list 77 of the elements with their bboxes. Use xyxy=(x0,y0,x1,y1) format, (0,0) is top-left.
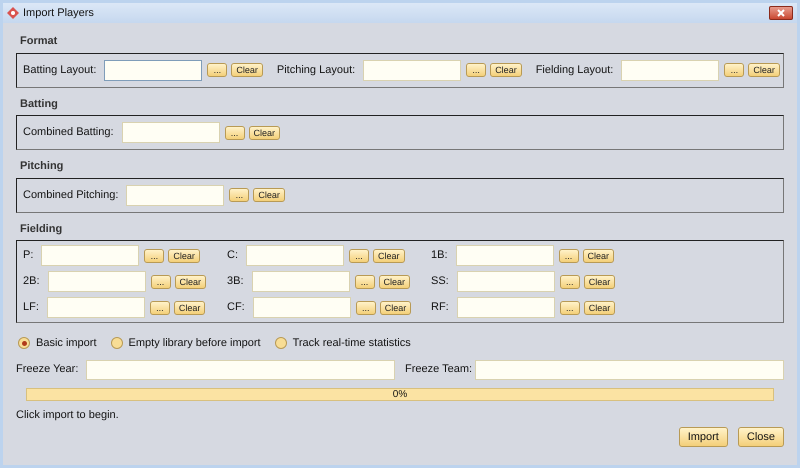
clear-button[interactable]: Clear xyxy=(231,63,263,77)
browse-button[interactable]: ... xyxy=(349,248,369,262)
browse-button[interactable]: ... xyxy=(356,300,376,314)
field-label: Combined Pitching: xyxy=(23,188,118,203)
option-label: Basic import xyxy=(36,336,97,351)
field-label: Freeze Team: xyxy=(405,362,474,378)
browse-button[interactable]: ... xyxy=(560,274,580,288)
option-label: Track real-time statistics xyxy=(292,336,411,351)
progress-text: 0% xyxy=(392,388,408,400)
field-label: C: xyxy=(227,248,238,264)
clear-button[interactable]: Clear xyxy=(248,126,280,140)
browse-button[interactable]: ... xyxy=(724,63,744,77)
file-field[interactable] xyxy=(621,60,720,80)
clear-button[interactable]: Clear xyxy=(584,300,616,314)
field-label: Pitching Layout: xyxy=(276,62,356,78)
file-field[interactable] xyxy=(363,60,462,80)
file-field[interactable] xyxy=(46,297,145,318)
close-icon[interactable] xyxy=(769,6,793,20)
file-field[interactable] xyxy=(252,297,351,318)
section-title: Batting xyxy=(20,96,59,112)
field-label: Freeze Year: xyxy=(16,362,80,378)
clear-button[interactable]: Clear xyxy=(490,63,522,77)
dialog-button[interactable]: Import xyxy=(678,427,728,447)
file-field[interactable] xyxy=(48,271,146,292)
browse-button[interactable]: ... xyxy=(150,274,171,288)
status-text: Click import to begin. xyxy=(16,408,120,422)
field-label: 1B: xyxy=(431,248,448,264)
browse-button[interactable]: ... xyxy=(144,248,164,262)
radio-button[interactable] xyxy=(274,337,287,350)
browse-button[interactable]: ... xyxy=(229,188,250,202)
field-label: SS: xyxy=(431,274,449,290)
file-field[interactable] xyxy=(456,297,555,318)
text-field[interactable] xyxy=(86,360,395,380)
section-title: Format xyxy=(20,34,58,49)
browse-button[interactable]: ... xyxy=(560,300,580,314)
dialog-button[interactable]: Close xyxy=(738,427,784,447)
field-label: CF: xyxy=(227,300,245,316)
field-label: LF: xyxy=(23,300,39,316)
field-label: RF: xyxy=(431,300,449,316)
browse-button[interactable]: ... xyxy=(150,300,170,314)
field-label: 2B: xyxy=(23,274,40,290)
clear-button[interactable]: Clear xyxy=(582,248,614,262)
field-label: P: xyxy=(23,248,34,264)
clear-button[interactable]: Clear xyxy=(380,300,412,314)
section-title: Pitching xyxy=(20,159,64,174)
radio-button[interactable] xyxy=(110,337,123,350)
file-field[interactable] xyxy=(122,122,220,143)
radio-button[interactable] xyxy=(18,337,30,350)
browse-button[interactable]: ... xyxy=(466,63,486,77)
browse-button[interactable]: ... xyxy=(558,248,579,262)
clear-button[interactable]: Clear xyxy=(748,63,780,77)
file-field[interactable] xyxy=(126,184,224,206)
field-label: 3B: xyxy=(227,274,244,290)
file-field[interactable] xyxy=(252,271,350,292)
file-field[interactable] xyxy=(456,271,555,292)
field-label: Fielding Layout: xyxy=(536,62,614,78)
window-title: Import Players xyxy=(23,6,94,21)
clear-button[interactable]: Clear xyxy=(174,274,206,288)
section-title: Fielding xyxy=(20,222,64,236)
field-label: Combined Batting: xyxy=(23,125,114,140)
clear-button[interactable]: Clear xyxy=(378,274,410,288)
clear-button[interactable]: Clear xyxy=(168,248,200,262)
browse-button[interactable]: ... xyxy=(207,63,228,77)
clear-button[interactable]: Clear xyxy=(174,300,206,314)
text-field[interactable] xyxy=(475,360,784,380)
file-field[interactable] xyxy=(41,245,140,266)
file-field[interactable] xyxy=(104,60,202,80)
browse-button[interactable]: ... xyxy=(224,126,244,140)
file-field[interactable] xyxy=(246,245,344,266)
file-field[interactable] xyxy=(456,245,554,266)
clear-button[interactable]: Clear xyxy=(373,248,405,262)
browse-button[interactable]: ... xyxy=(354,274,375,288)
option-label: Empty library before import xyxy=(128,336,261,351)
clear-button[interactable]: Clear xyxy=(584,274,616,288)
clear-button[interactable]: Clear xyxy=(253,188,285,202)
app-icon xyxy=(7,7,19,19)
field-label: Batting Layout: xyxy=(23,62,96,78)
